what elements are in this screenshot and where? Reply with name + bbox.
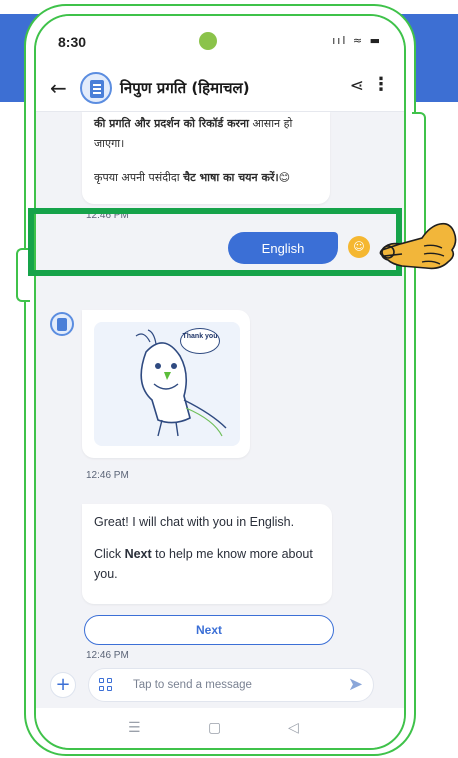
home-icon[interactable]: ▢ <box>208 720 221 736</box>
more-vertical-icon[interactable]: ⋮ <box>372 74 390 95</box>
plus-icon[interactable]: + <box>50 672 76 698</box>
message-text: कृपया अपनी पसंदीदा <box>94 171 184 184</box>
sticker-message: Thank you <box>82 310 250 458</box>
message-placeholder: Tap to send a message <box>133 679 252 691</box>
pointing-hand-icon <box>379 222 457 270</box>
thank-you-bird-sticker: Thank you <box>94 322 240 446</box>
bot-avatar-header <box>80 72 112 104</box>
system-nav-bar: ☰ ▢ ◁ <box>36 708 404 748</box>
back-triangle-icon[interactable]: ◁ <box>288 720 299 736</box>
highlight-frame <box>28 208 402 276</box>
chat-title: निपुण प्रगति (हिमाचल) <box>120 79 250 97</box>
thank-you-speech-bubble: Thank you <box>180 328 220 354</box>
share-icon[interactable]: ⋖ <box>350 76 364 96</box>
message-text: जाएगा। <box>94 137 125 150</box>
message-text: आसान हो <box>249 117 293 130</box>
status-bar: 8:30 ııl ≈ ▬ <box>36 16 404 64</box>
back-arrow-icon[interactable]: ← <box>50 76 67 100</box>
bot-message-great: Great! I will chat with you in English. … <box>82 504 332 604</box>
app-header: ← निपुण प्रगति (हिमाचल) ⋖ ⋮ <box>36 64 404 112</box>
send-icon[interactable]: ➤ <box>348 674 363 695</box>
message-text: Click <box>94 547 125 561</box>
message-timestamp: 12:46 PM <box>86 650 129 661</box>
message-bold-text: Next <box>124 547 152 561</box>
menu-icon[interactable]: ☰ <box>128 720 141 736</box>
bot-message-language: की प्रगति और प्रदर्शन को रिकॉर्ड करना आस… <box>82 112 330 204</box>
message-input[interactable]: Tap to send a message ➤ <box>88 668 374 702</box>
bot-avatar <box>50 312 74 336</box>
message-text: Great! I will chat with you in English. <box>94 515 295 529</box>
message-timestamp: 12:46 PM <box>86 470 129 481</box>
camera-icon <box>199 32 217 50</box>
message-composer: + Tap to send a message ➤ <box>36 664 404 708</box>
phone-screen: 8:30 ııl ≈ ▬ ← निपुण प्रगति (हिमाचल) ⋖ ⋮… <box>34 14 406 750</box>
signal-wifi-battery-icon: ııl ≈ ▬ <box>332 34 382 47</box>
chat-area[interactable]: की प्रगति और प्रदर्शन को रिकॉर्ड करना आस… <box>36 112 404 664</box>
next-button[interactable]: Next <box>84 615 334 645</box>
grid-icon[interactable] <box>99 678 113 692</box>
message-bold-text: चैट भाषा का चयन करें। <box>183 171 279 184</box>
status-time: 8:30 <box>58 34 87 50</box>
message-bold-text: की प्रगति और प्रदर्शन को रिकॉर्ड करना <box>94 117 250 130</box>
smile-emoji: 😊 <box>278 171 291 184</box>
